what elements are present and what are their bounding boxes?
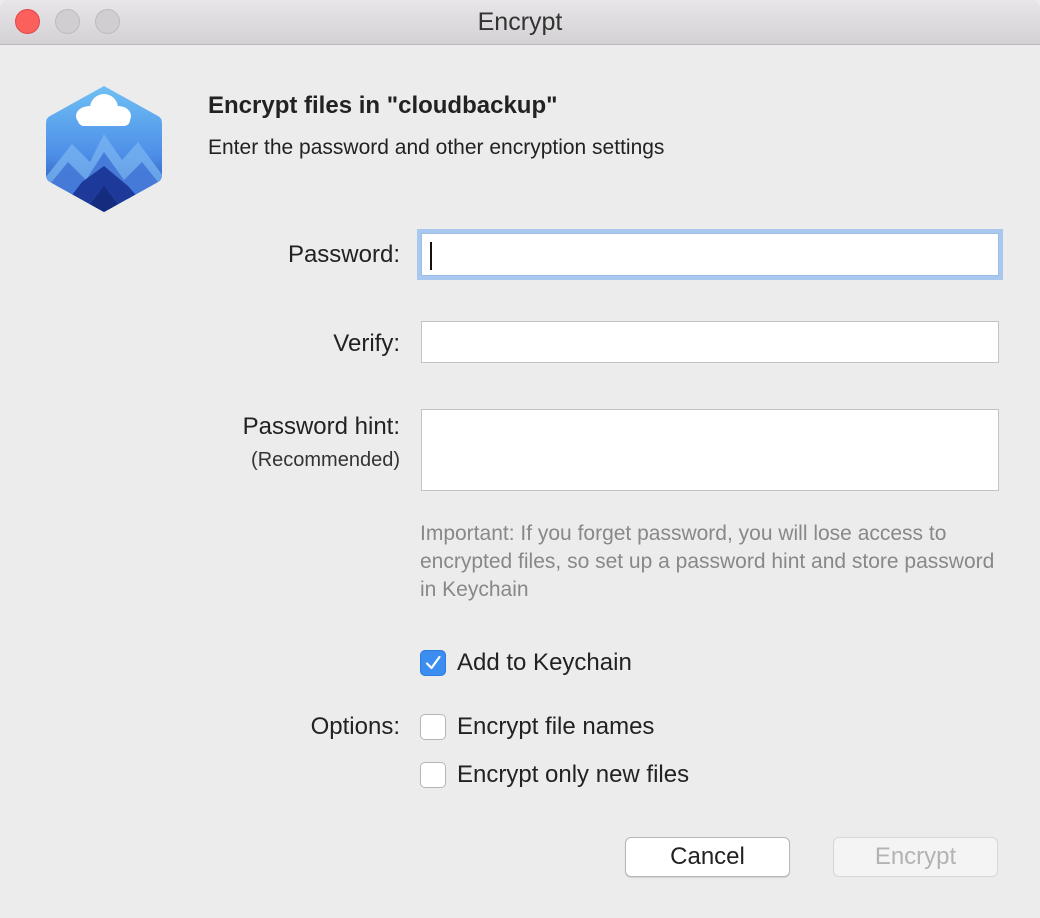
password-field[interactable] bbox=[421, 233, 999, 276]
encrypt-only-new-files-checkbox[interactable] bbox=[420, 762, 446, 788]
checkmark-icon bbox=[425, 655, 441, 670]
add-to-keychain-label: Add to Keychain bbox=[457, 649, 632, 676]
verify-label: Verify: bbox=[333, 330, 400, 357]
encrypt-only-new-files-label: Encrypt only new files bbox=[457, 761, 690, 788]
text-caret bbox=[430, 242, 432, 270]
password-label: Password: bbox=[287, 241, 400, 268]
encrypt-only-new-files-row[interactable]: Encrypt only new files bbox=[420, 761, 689, 789]
password-hint-field[interactable] bbox=[421, 409, 999, 491]
encrypt-file-names-checkbox[interactable] bbox=[420, 714, 446, 740]
options-label: Options: bbox=[310, 713, 400, 740]
add-to-keychain-checkbox[interactable] bbox=[420, 650, 446, 676]
add-to-keychain-row[interactable]: Add to Keychain bbox=[420, 649, 632, 677]
title-bar: Encrypt bbox=[0, 0, 1040, 45]
encrypt-file-names-label: Encrypt file names bbox=[457, 713, 655, 740]
dialog-heading: Encrypt files in "cloudbackup" bbox=[208, 92, 558, 119]
dialog-subheading: Enter the password and other encryption … bbox=[208, 136, 665, 159]
window-title: Encrypt bbox=[477, 8, 563, 36]
cancel-button[interactable]: Cancel bbox=[625, 837, 790, 877]
encrypt-file-names-row[interactable]: Encrypt file names bbox=[420, 713, 654, 741]
encrypt-button[interactable]: Encrypt bbox=[833, 837, 998, 877]
password-hint-sublabel: (Recommended) bbox=[251, 449, 400, 471]
cloudmounter-icon bbox=[46, 86, 162, 212]
password-hint-label: Password hint: bbox=[242, 413, 400, 440]
important-note: Important: If you forget password, you w… bbox=[420, 522, 995, 601]
verify-field[interactable] bbox=[421, 321, 999, 363]
